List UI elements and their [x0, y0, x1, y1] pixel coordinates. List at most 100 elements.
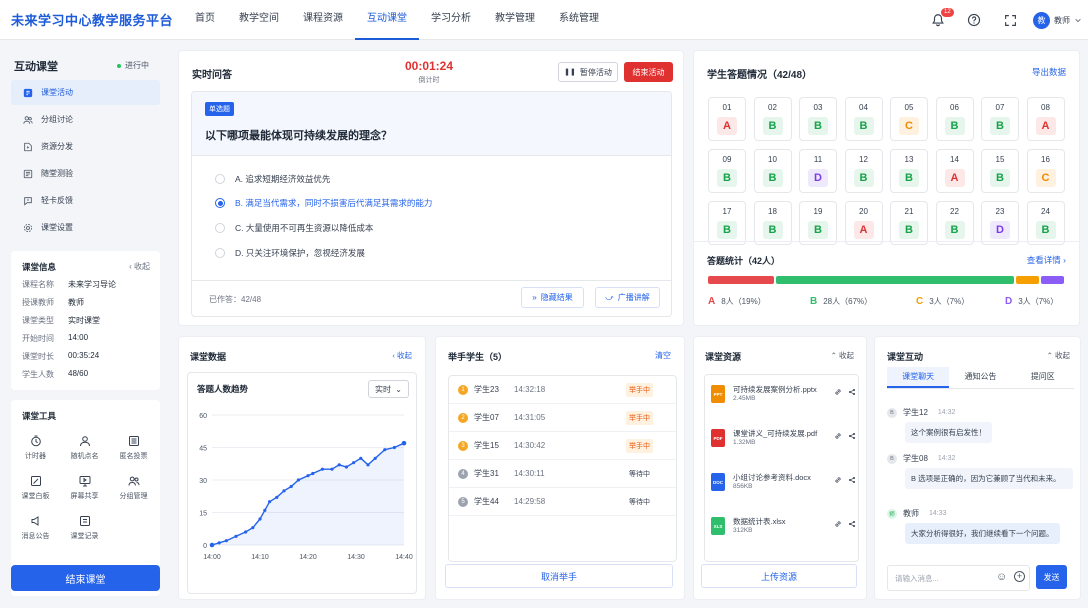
file-xls-icon: XLS — [711, 517, 725, 535]
broadcast-button[interactable]: ⤻ 广播讲解 — [595, 287, 660, 308]
student-answer-cell[interactable]: 12 B — [844, 149, 883, 193]
tab-announcements[interactable]: 通知公告 — [949, 367, 1011, 388]
student-answer-cell[interactable]: 09 B — [708, 149, 746, 193]
share-icon[interactable] — [848, 476, 856, 484]
tool-whiteboard[interactable]: 课堂白板 — [11, 468, 60, 508]
student-answer-cell[interactable]: 24 B — [1026, 201, 1065, 245]
hide-result-button[interactable]: » 隐藏结果 — [521, 287, 584, 308]
nav-teaching-space[interactable]: 教学空间 — [227, 0, 291, 40]
nav-system-management[interactable]: 系统管理 — [547, 0, 611, 40]
class-data-collapse-button[interactable]: ‹ 收起 — [392, 350, 412, 361]
data-point — [306, 474, 310, 478]
option-a[interactable]: A. 追求短期经济效益优先 — [215, 173, 330, 185]
share-icon[interactable] — [848, 388, 856, 396]
sidebar-item-group-discussion[interactable]: 分组讨论 — [11, 107, 160, 132]
sidebar-item-feedback[interactable]: 轻卡反馈 — [11, 188, 160, 213]
tool-announcement[interactable]: 消息公告 — [11, 508, 60, 548]
tool-anonymous-vote[interactable]: 匿名投票 — [109, 428, 158, 468]
student-answer-cell[interactable]: 21 B — [890, 201, 928, 245]
student-answer-cell[interactable]: 15 B — [981, 149, 1019, 193]
student-answer-cell[interactable]: 17 B — [708, 201, 746, 245]
student-answer-cell[interactable]: 01 A — [708, 97, 746, 141]
tool-label: 计时器 — [25, 453, 46, 460]
raise-hand-row[interactable]: 4 学生31 14:30:11 等待中 — [449, 460, 676, 488]
link-icon[interactable] — [834, 520, 842, 528]
student-answer-cell[interactable]: 20 A — [844, 201, 883, 245]
student-answer-cell[interactable]: 23 D — [981, 201, 1019, 245]
student-answer-cell[interactable]: 04 B — [844, 97, 883, 141]
option-d[interactable]: D. 只关注环境保护，忽视经济发展 — [215, 247, 365, 259]
clear-hands-link[interactable]: 清空 — [655, 350, 671, 361]
time-range-select[interactable]: 实时 ⌄ — [368, 380, 409, 398]
student-answer-cell[interactable]: 06 B — [935, 97, 974, 141]
raise-hand-row[interactable]: 1 学生23 14:32:18 举手中 — [449, 376, 676, 404]
student-answer-cell[interactable]: 03 B — [799, 97, 837, 141]
radio-button-selected[interactable] — [215, 198, 225, 208]
row-index: 1 — [458, 384, 468, 395]
notification-button[interactable]: 12 — [923, 8, 954, 27]
student-answer-cell[interactable]: 18 B — [753, 201, 792, 245]
student-answer-cell[interactable]: 14 A — [935, 149, 974, 193]
tool-screen-share[interactable]: 屏幕共享 — [60, 468, 109, 508]
nav-learning-analysis[interactable]: 学习分析 — [419, 0, 483, 40]
link-icon[interactable] — [834, 432, 842, 440]
nav-teaching-management[interactable]: 教学管理 — [483, 0, 547, 40]
resource-item[interactable]: XLS 数据统计表.xlsx 312KB — [711, 517, 856, 535]
student-answer-cell[interactable]: 19 B — [799, 201, 837, 245]
option-b[interactable]: B. 满足当代需求，同时不损害后代满足其需求的能力 — [215, 197, 432, 209]
student-answer-cell[interactable]: 10 B — [753, 149, 792, 193]
nav-interactive-class[interactable]: 互动课堂 — [355, 0, 419, 40]
sidebar-item-class-activity[interactable]: 课堂活动 — [11, 80, 160, 105]
tool-group-management[interactable]: 分组管理 — [109, 468, 158, 508]
student-answer-cell[interactable]: 05 C — [890, 97, 928, 141]
resource-item[interactable]: PDF 课堂讲义_可持续发展.pdf 1.32MB — [711, 429, 856, 447]
tool-class-record[interactable]: 课堂记录 — [60, 508, 109, 548]
resource-item[interactable]: PPT 可持续发展案例分析.pptx 2.45MB — [711, 385, 856, 403]
tab-questions[interactable]: 提问区 — [1012, 367, 1074, 388]
radio-button[interactable] — [215, 248, 225, 258]
tool-timer[interactable]: 计时器 — [11, 428, 60, 468]
student-answer-cell[interactable]: 07 B — [981, 97, 1019, 141]
nav-home[interactable]: 首页 — [183, 0, 227, 40]
tab-class-chat[interactable]: 课堂聊天 — [887, 367, 950, 388]
tool-random-call[interactable]: 随机点名 — [60, 428, 109, 468]
raise-hand-row[interactable]: 3 学生15 14:30:42 举手中 — [449, 432, 676, 460]
fullscreen-button[interactable] — [995, 14, 1025, 27]
link-icon[interactable] — [834, 388, 842, 396]
sidebar-item-class-settings[interactable]: 课堂设置 — [11, 215, 160, 240]
raise-hand-row[interactable]: 2 学生07 14:31:05 举手中 — [449, 404, 676, 432]
student-answer-cell[interactable]: 22 B — [935, 201, 974, 245]
share-icon[interactable] — [848, 432, 856, 440]
end-activity-button[interactable]: 结束活动 — [624, 62, 673, 82]
sidebar-item-resource-distribution[interactable]: 资源分发 — [11, 134, 160, 159]
cancel-raise-hand-button[interactable]: 取消举手 — [445, 564, 673, 588]
pause-activity-button[interactable]: ❚❚ 暂停活动 — [558, 62, 618, 82]
share-icon[interactable] — [848, 520, 856, 528]
nav-course-resources[interactable]: 课程资源 — [291, 0, 355, 40]
student-answer-cell[interactable]: 13 B — [890, 149, 928, 193]
export-data-link[interactable]: 导出数据 — [1032, 66, 1066, 78]
send-button[interactable]: 发送 — [1036, 565, 1067, 589]
option-c[interactable]: C. 大量使用不可再生资源以降低成本 — [215, 222, 373, 234]
student-answer-cell[interactable]: 02 B — [753, 97, 792, 141]
interaction-collapse-button[interactable]: ⌃ 收起 — [1047, 350, 1070, 361]
view-details-link[interactable]: 查看详情 › — [1027, 254, 1066, 266]
class-info-collapse-button[interactable]: ‹ 收起 — [129, 261, 150, 272]
student-answer-cell[interactable]: 11 D — [799, 149, 837, 193]
raise-hand-row[interactable]: 5 学生44 14:29:58 等待中 — [449, 488, 676, 516]
resource-item[interactable]: DOC 小组讨论参考资料.docx 856KB — [711, 473, 856, 491]
add-icon[interactable]: + — [1014, 571, 1025, 582]
emoji-icon[interactable]: ☺ — [996, 571, 1007, 583]
radio-button[interactable] — [215, 223, 225, 233]
resources-collapse-button[interactable]: ⌃ 收起 — [831, 350, 854, 361]
help-button[interactable] — [959, 13, 989, 27]
student-answer-cell[interactable]: 08 A — [1026, 97, 1065, 141]
sidebar-item-quiz[interactable]: 随堂测验 — [11, 161, 160, 186]
link-icon[interactable] — [834, 476, 842, 484]
student-answer-cell[interactable]: 16 C — [1026, 149, 1065, 193]
chat-input[interactable]: 请输入消息... ☺ + — [887, 565, 1030, 591]
end-class-button[interactable]: 结束课堂 — [11, 565, 160, 591]
upload-resource-button[interactable]: 上传资源 — [701, 564, 857, 588]
radio-button[interactable] — [215, 174, 225, 184]
user-menu[interactable]: 教 教师 — [1033, 11, 1082, 29]
